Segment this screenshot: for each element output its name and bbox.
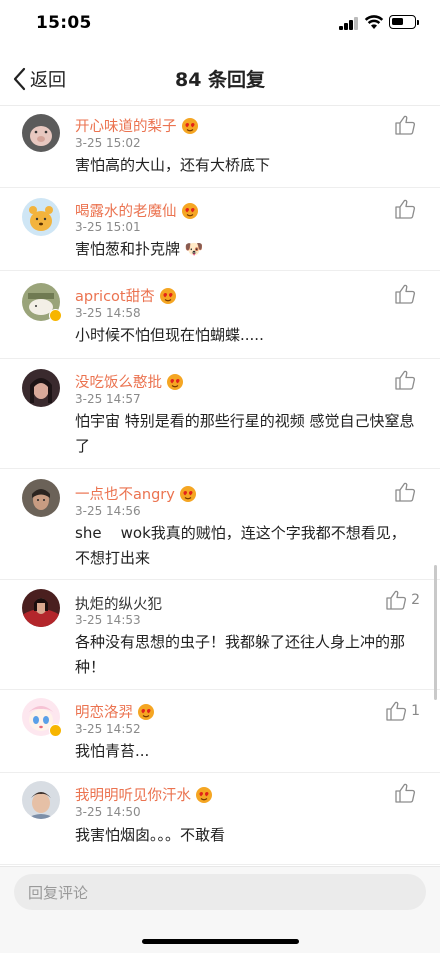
commenter-name[interactable]: 我明明听见你汗水 [75,784,191,805]
emoji-badge-icon [167,373,183,390]
emoji-badge-icon [138,703,154,720]
home-indicator[interactable] [142,939,299,944]
emoji-badge-icon [196,786,212,803]
pig-avatar[interactable] [22,114,60,152]
commenter-name[interactable]: apricot甜杏 [75,285,155,306]
thumbs-up-icon [395,199,416,219]
comment-item[interactable]: 我明明听见你汗水 3-25 14:50 我害怕烟囱。。。不敢看 [0,773,440,865]
comment-time: 3-25 14:53 [75,613,141,627]
kid-avatar[interactable] [22,781,60,819]
comment-text: 小时候不怕但现在怕蝴蝶..... [75,326,264,344]
commenter-name[interactable]: 一点也不angry [75,483,175,504]
reply-input[interactable]: 回复评论 [14,874,426,910]
wifi-icon [364,15,384,29]
like-button[interactable]: 2 [385,589,420,611]
comment-time: 3-25 14:56 [75,504,141,518]
thumbs-up-icon [395,284,416,304]
scrollbar[interactable] [434,565,437,700]
comment-item[interactable]: 明恋洛羿 3-25 14:52 我怕青苔... 1 [0,690,440,773]
like-count: 2 [411,592,420,608]
pooh-avatar[interactable] [22,198,60,236]
comment-text: 害怕葱和扑克牌 🐶 [75,240,204,258]
comment-list[interactable]: 开心味道的梨子 3-25 15:02 害怕高的大山，还有大桥底下 喝露水的老魔仙… [0,107,440,867]
thumbs-up-icon [386,701,407,721]
emoji-badge-icon [179,485,196,502]
comment-time: 3-25 14:58 [75,306,141,320]
red-avatar[interactable] [22,589,60,627]
comment-text: she wok我真的贼怕，连这个字我都不想看见，不想打出来 [75,524,406,567]
thumbs-up-icon [395,115,416,135]
man-avatar[interactable] [22,479,60,517]
comment-text: 害怕高的大山，还有大桥底下 [75,156,271,174]
comment-item[interactable]: 喝露水的老魔仙 3-25 15:01 害怕葱和扑克牌 🐶 [0,188,440,271]
commenter-name[interactable]: 明恋洛羿 [75,701,133,722]
like-button[interactable] [394,198,420,220]
reply-bar: 回复评论 [0,866,440,953]
verified-badge-icon [49,724,62,737]
emoji-badge-icon [181,117,198,134]
thumbs-up-icon [395,482,416,502]
comment-time: 3-25 14:50 [75,805,141,819]
verified-badge-icon [49,309,62,322]
comment-time: 3-25 15:01 [75,220,141,234]
like-button[interactable] [394,114,420,136]
thumbs-up-icon [395,783,416,803]
comment-time: 3-25 15:02 [75,136,141,150]
emoji-badge-icon [181,202,198,219]
commenter-name[interactable]: 执炬的纵火犯 [75,593,162,614]
nav-bar: 返回 84 条回复 [0,50,440,106]
like-button[interactable]: 1 [385,700,420,722]
like-button[interactable] [394,481,420,503]
commenter-name[interactable]: 喝露水的老魔仙 [75,200,177,221]
status-time: 15:05 [36,13,92,33]
like-button[interactable] [394,782,420,804]
status-bar: 15:05 [0,0,440,50]
comment-item[interactable]: apricot甜杏 3-25 14:58 小时候不怕但现在怕蝴蝶..... [0,271,440,359]
thumbs-up-icon [395,370,416,390]
comment-text: 我怕青苔... [75,742,150,760]
comment-item[interactable]: 执炬的纵火犯 3-25 14:53 各种没有思想的虫子！我都躲了还往人身上冲的那… [0,580,440,690]
girl-avatar[interactable] [22,369,60,407]
battery-icon [389,15,419,29]
page-title: 84 条回复 [174,69,266,91]
comment-time: 3-25 14:57 [75,392,141,406]
comment-text: 我害怕烟囱。。。不敢看 [75,826,226,844]
commenter-name[interactable]: 开心味道的梨子 [75,115,177,136]
comment-item[interactable]: 没吃饭么憨批 3-25 14:57 怕宇宙 特别是看的那些行星的视频 感觉自己快… [0,359,440,469]
like-count: 1 [411,703,420,719]
emoji-badge-icon [159,287,176,304]
comment-text: 各种没有思想的虫子！我都躲了还往人身上冲的那种！ [75,633,406,676]
like-button[interactable] [394,369,420,391]
thumbs-up-icon [386,590,407,610]
cellular-signal-icon [339,17,359,30]
comment-item[interactable]: 开心味道的梨子 3-25 15:02 害怕高的大山，还有大桥底下 [0,107,440,188]
commenter-name[interactable]: 没吃饭么憨批 [75,371,162,392]
like-button[interactable] [394,283,420,305]
comment-item[interactable]: 一点也不angry 3-25 14:56 she wok我真的贼怕，连这个字我都… [0,469,440,580]
comment-text: 怕宇宙 特别是看的那些行星的视频 感觉自己快窒息了 [75,412,415,455]
comment-time: 3-25 14:52 [75,722,141,736]
